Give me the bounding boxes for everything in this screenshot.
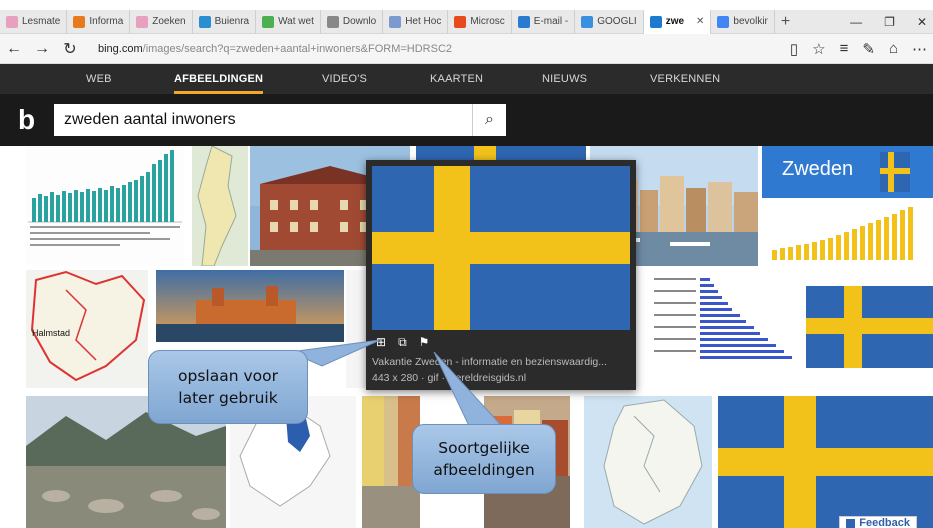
callout-save-later-text: opslaan voor later gebruik: [178, 366, 278, 407]
callout-similar-images: Soortgelijke afbeeldingen: [412, 424, 556, 494]
callout-save-later: opslaan voor later gebruik: [148, 350, 308, 424]
feedback-button[interactable]: Feedback: [839, 516, 917, 528]
feedback-icon: [846, 518, 856, 528]
callout-similar-images-text: Soortgelijke afbeeldingen: [433, 438, 535, 479]
feedback-label: Feedback: [859, 517, 910, 528]
